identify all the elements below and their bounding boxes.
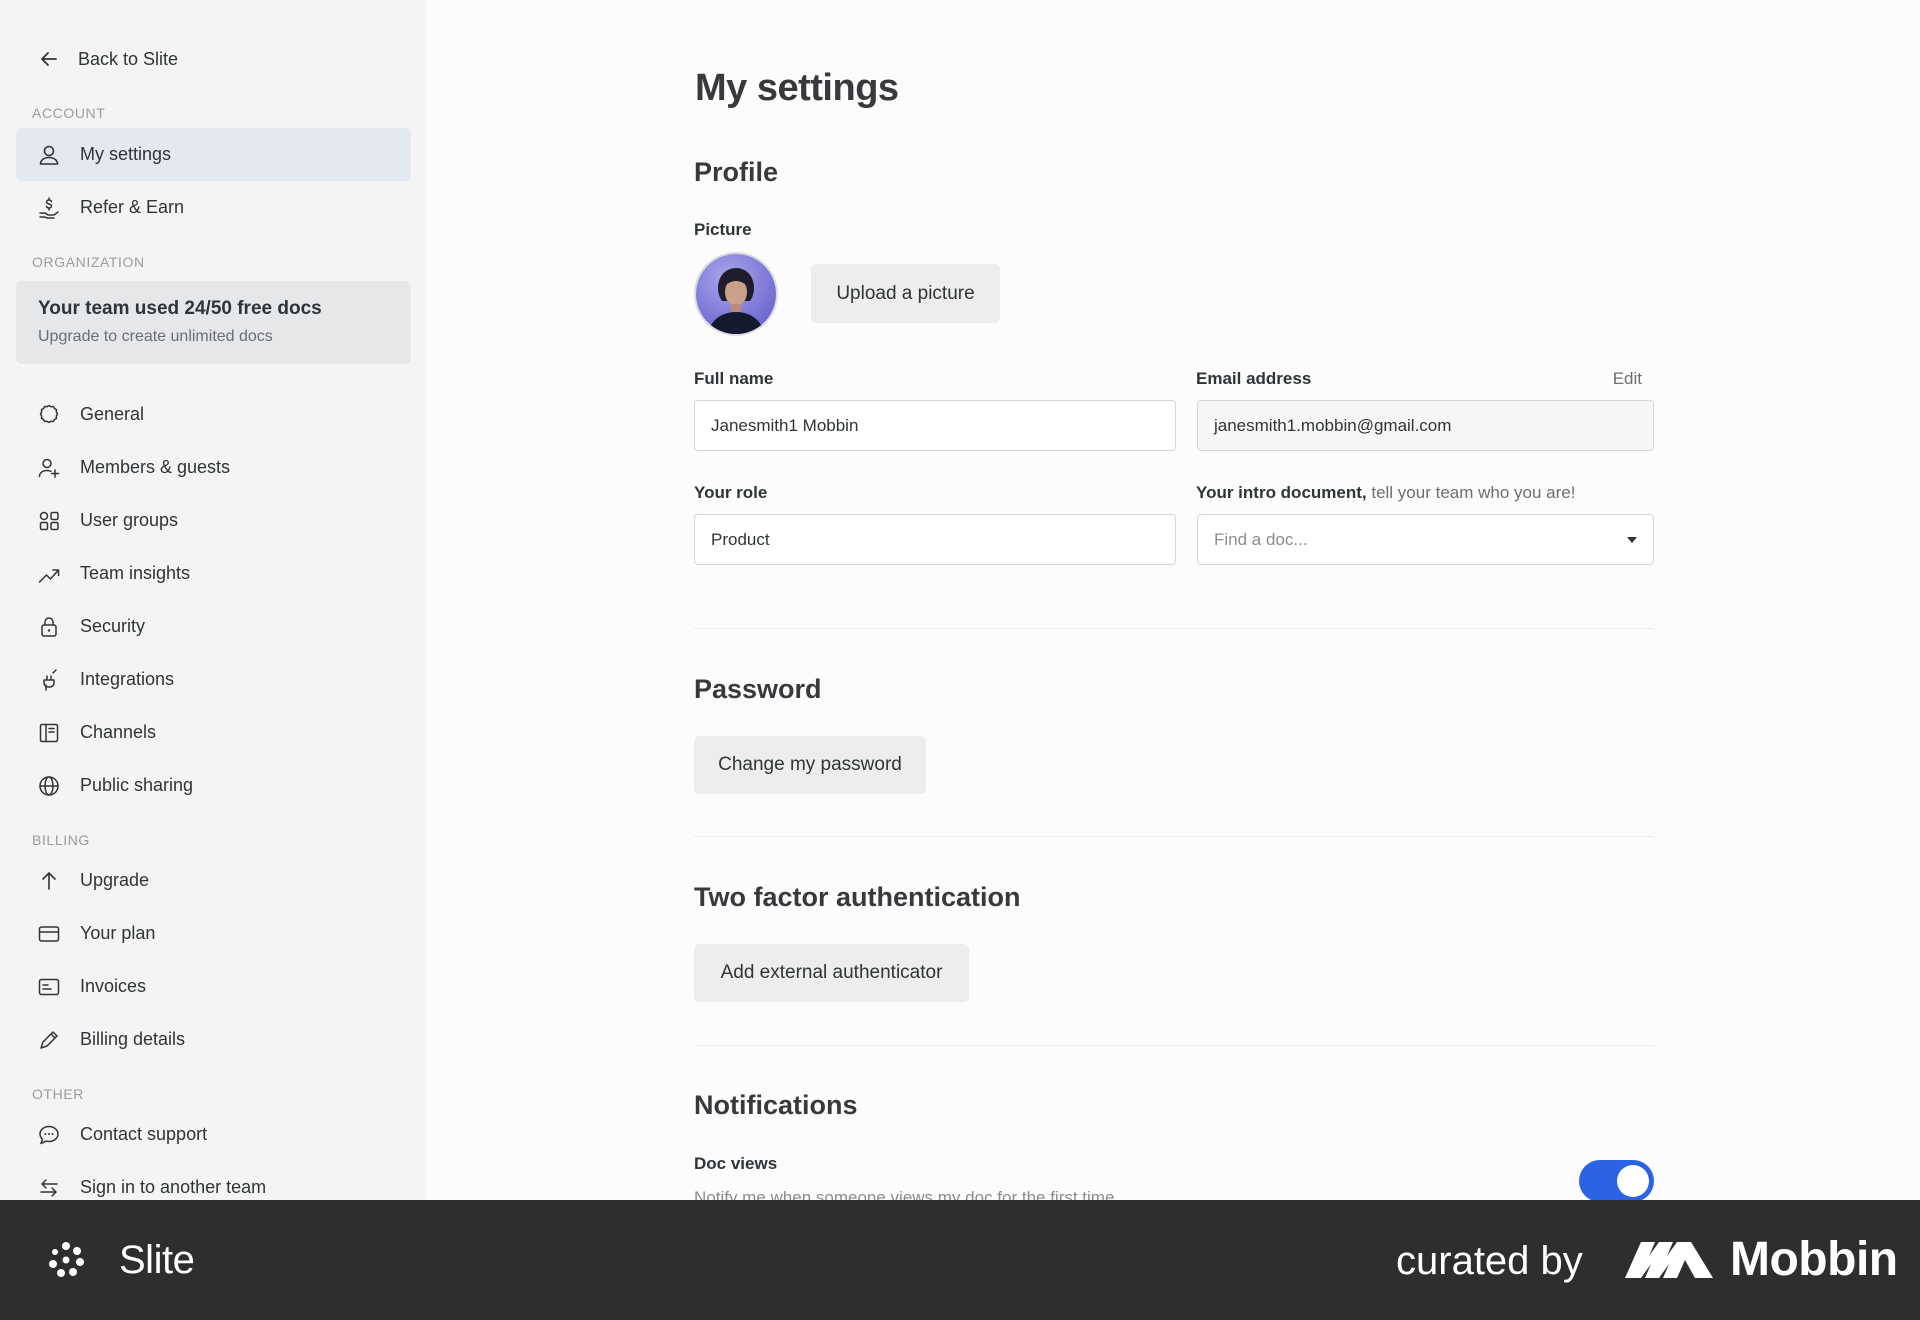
sidebar-item-label: Public sharing [80, 775, 194, 795]
gear-icon [36, 402, 62, 428]
arrow-up-icon [36, 868, 62, 894]
sidebar-item-sign-in-another-team[interactable]: Sign in to another team [16, 1161, 411, 1200]
profile-heading: Profile [694, 157, 779, 187]
sidebar-item-label: Upgrade [80, 870, 150, 890]
sidebar-item-label: Members & guests [80, 457, 231, 477]
free-docs-promo-card[interactable]: Your team used 24/50 free docs Upgrade t… [16, 281, 411, 364]
section-label-account: ACCOUNT [32, 105, 106, 121]
curated-footer: Slite curated by Mobbin [0, 1200, 1920, 1320]
sidebar-item-user-groups[interactable]: User groups [16, 494, 411, 547]
full-name-input[interactable]: Janesmith1 Mobbin [694, 400, 1176, 451]
email-edit-link[interactable]: Edit [1613, 369, 1642, 389]
password-heading: Password [694, 674, 822, 704]
sidebar-item-label: My settings [80, 144, 172, 164]
sidebar-item-label: Billing details [80, 1029, 186, 1049]
sidebar-item-label: Channels [80, 722, 157, 742]
switch-icon [36, 1175, 62, 1201]
intro-label-hint: tell your team who you are! [1366, 483, 1576, 502]
email-label: Email address [1196, 369, 1312, 388]
intro-label-bold: Your intro document, [1196, 483, 1367, 502]
role-label: Your role [694, 483, 768, 502]
slite-logo-icon [49, 1242, 84, 1277]
add-authenticator-button[interactable]: Add external authenticator [694, 944, 969, 1002]
email-field: janesmith1.mobbin@gmail.com [1197, 400, 1654, 451]
settings-main: My settings Profile Picture Upload a pic… [427, 0, 1920, 1200]
doc-views-description: Notify me when someone views my doc for … [694, 1188, 1115, 1200]
sidebar-item-your-plan[interactable]: Your plan [16, 907, 411, 960]
plug-icon [36, 667, 62, 693]
section-label-organization: ORGANIZATION [32, 254, 145, 270]
sidebar-item-label: Integrations [80, 669, 175, 689]
sidebar-item-security[interactable]: Security [16, 600, 411, 653]
curated-by-text: curated by [1396, 1239, 1583, 1283]
sidebar-item-team-insights[interactable]: Team insights [16, 547, 411, 600]
sidebar-item-label: General [80, 404, 145, 424]
sidebar-item-general[interactable]: General [16, 388, 411, 441]
intro-document-select[interactable]: Find a doc... [1197, 514, 1654, 565]
sidebar-item-contact-support[interactable]: Contact support [16, 1108, 411, 1161]
sidebar-item-label: Security [80, 616, 146, 636]
change-password-button[interactable]: Change my password [694, 736, 926, 794]
sidebar-item-my-settings[interactable]: My settings [16, 128, 411, 181]
intro-placeholder: Find a doc... [1214, 529, 1308, 549]
promo-subtitle: Upgrade to create unlimited docs [38, 328, 273, 345]
globe-icon [36, 773, 62, 799]
intro-document-label: Your intro document, tell your team who … [1196, 483, 1575, 503]
full-name-label: Full name [694, 369, 774, 388]
sidebar-item-label: Contact support [80, 1124, 208, 1144]
sidebar-item-label: Sign in to another team [80, 1177, 267, 1197]
sidebar-item-label: Refer & Earn [80, 197, 185, 217]
doc-views-toggle[interactable] [1579, 1160, 1654, 1200]
mobbin-logo-icon [1625, 1242, 1713, 1278]
arrow-left-icon [38, 48, 60, 70]
back-label: Back to Slite [78, 48, 179, 69]
toggle-knob [1617, 1165, 1649, 1197]
divider [694, 1045, 1654, 1046]
sidebar-item-invoices[interactable]: Invoices [16, 960, 411, 1013]
person-icon [36, 142, 62, 168]
add-person-icon [36, 455, 62, 481]
section-label-billing: BILLING [32, 832, 90, 848]
divider [694, 628, 1654, 629]
two-factor-heading: Two factor authentication [694, 882, 1021, 912]
chevron-down-icon [1627, 537, 1637, 543]
card-icon [36, 921, 62, 947]
role-input[interactable]: Product [694, 514, 1176, 565]
lock-icon [36, 614, 62, 640]
sidebar-item-label: Your plan [80, 923, 156, 943]
avatar[interactable] [694, 252, 778, 336]
chat-icon [36, 1122, 62, 1148]
sidebar-item-upgrade[interactable]: Upgrade [16, 854, 411, 907]
sidebar-item-channels[interactable]: Channels [16, 706, 411, 759]
invoice-icon [36, 974, 62, 1000]
sidebar-item-refer-earn[interactable]: Refer & Earn [16, 181, 411, 234]
doc-views-label: Doc views [694, 1154, 778, 1173]
page-title: My settings [695, 67, 899, 109]
divider [694, 836, 1654, 837]
mobbin-brand-name: Mobbin [1730, 1233, 1898, 1286]
sidebar-item-integrations[interactable]: Integrations [16, 653, 411, 706]
sidebar-item-label: Team insights [80, 563, 191, 583]
upload-picture-button[interactable]: Upload a picture [811, 264, 1000, 323]
sidebar-item-label: Invoices [80, 976, 147, 996]
settings-sidebar: Back to Slite ACCOUNT My settings Refer … [0, 0, 427, 1200]
slite-brand-name: Slite [119, 1238, 195, 1282]
channel-icon [36, 720, 62, 746]
back-to-slite-link[interactable]: Back to Slite [16, 39, 411, 79]
app-window: Back to Slite ACCOUNT My settings Refer … [0, 0, 1920, 1200]
notifications-heading: Notifications [694, 1090, 858, 1120]
trend-icon [36, 561, 62, 587]
sidebar-item-label: User groups [80, 510, 179, 530]
user-groups-icon [36, 508, 62, 534]
section-label-other: OTHER [32, 1086, 84, 1102]
picture-label: Picture [694, 220, 752, 239]
sidebar-item-public-sharing[interactable]: Public sharing [16, 759, 411, 812]
sidebar-item-members-guests[interactable]: Members & guests [16, 441, 411, 494]
hand-dollar-icon [36, 195, 62, 221]
sidebar-item-billing-details[interactable]: Billing details [16, 1013, 411, 1066]
promo-title: Your team used 24/50 free docs [38, 298, 322, 319]
pen-icon [36, 1027, 62, 1053]
